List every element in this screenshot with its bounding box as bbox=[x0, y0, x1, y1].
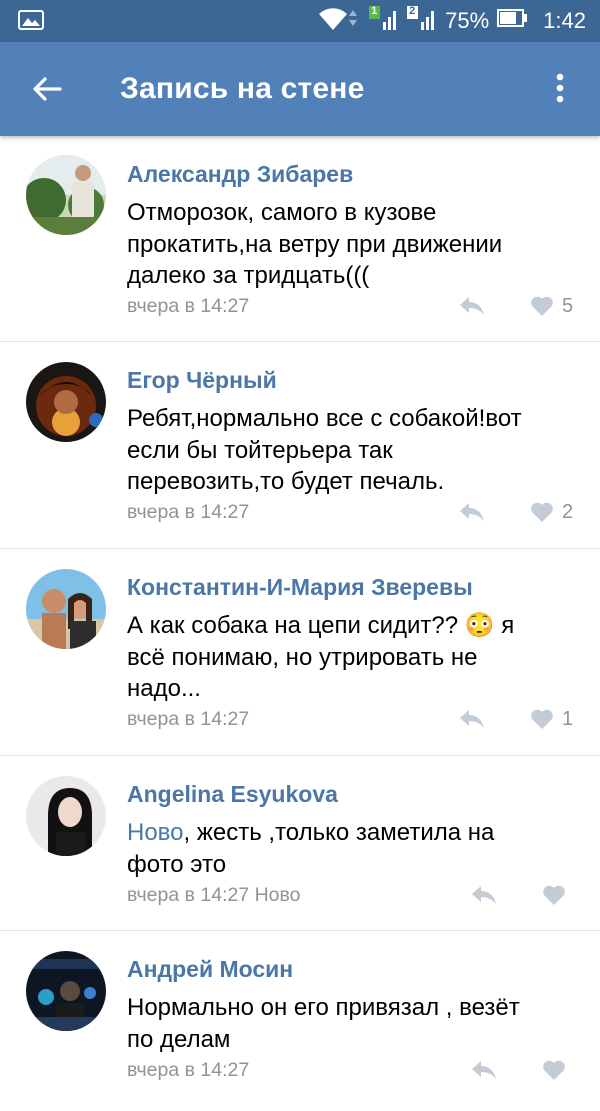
comment-timestamp: вчера в 14:27 Ново bbox=[127, 884, 301, 906]
avatar[interactable] bbox=[26, 569, 106, 649]
comment-text: Отморозок, самого в кузове прокатить,на … bbox=[127, 197, 577, 292]
comment-text-fragment: , жесть ,только заметила на bbox=[183, 819, 495, 846]
comment-text-line: Ребят,нормально все с собакой!вот bbox=[127, 405, 522, 432]
comment-timestamp: вчера в 14:27 bbox=[127, 501, 250, 523]
app-bar: Запись на стене bbox=[0, 42, 600, 136]
comment-text-line: если бы тойтерьера так bbox=[127, 436, 393, 464]
like-count: 2 bbox=[562, 500, 574, 523]
comment-author[interactable]: Егор Чёрный bbox=[127, 367, 277, 394]
comment-list: Александр Зибарев Отморозок, самого в ку… bbox=[0, 136, 600, 1111]
comment-text-line: по делам bbox=[127, 1025, 231, 1053]
comment-author[interactable]: Александр Зибарев bbox=[127, 161, 353, 188]
comment-text: Нормально он его привязал , везёт по дел… bbox=[127, 992, 577, 1055]
comment-item: Егор Чёрный Ребят,нормально все с собако… bbox=[0, 342, 600, 549]
reply-icon[interactable] bbox=[459, 501, 485, 523]
battery-percent: 75% bbox=[445, 8, 490, 33]
reply-icon[interactable] bbox=[471, 884, 497, 906]
signal-sim2-icon: 2 bbox=[407, 4, 437, 38]
comment-author[interactable]: Константин-И-Мария Зверевы bbox=[127, 574, 473, 601]
heart-icon bbox=[531, 502, 553, 522]
comment-text-line: Отморозок, самого в кузове bbox=[127, 199, 437, 226]
like-button[interactable] bbox=[542, 883, 574, 907]
comment-text: А как собака на цепи сидит?? 😳 я всё пон… bbox=[127, 610, 577, 705]
comment-text-line: Нормально он его привязал , везёт bbox=[127, 994, 520, 1021]
more-options-icon[interactable] bbox=[548, 72, 572, 106]
comment-timestamp: вчера в 14:27 bbox=[127, 1059, 250, 1081]
back-arrow-icon[interactable] bbox=[30, 72, 64, 106]
heart-icon bbox=[531, 296, 553, 316]
comment-text-line: перевозить,то будет печаль. bbox=[127, 468, 445, 495]
comment-timestamp: вчера в 14:27 bbox=[127, 295, 250, 317]
comment-item: Angelina Esyukova Ново, жесть ,только за… bbox=[0, 756, 600, 931]
gallery-notification-icon bbox=[18, 9, 44, 36]
comment-text-line: далеко за тридцать((( bbox=[127, 262, 370, 289]
comment-text-line: А как собака на цепи сидит?? 😳 я bbox=[127, 612, 515, 639]
avatar[interactable] bbox=[26, 362, 106, 442]
comment-text-line: всё понимаю, но утрировать не bbox=[127, 643, 478, 671]
comment-text-line: надо... bbox=[127, 675, 201, 702]
like-count: 1 bbox=[562, 707, 574, 730]
comment-text: Ново, жесть ,только заметила на фото это bbox=[127, 817, 577, 880]
comment-text-line: фото это bbox=[127, 850, 227, 878]
comment-text: Ребят,нормально все с собакой!вот если б… bbox=[127, 403, 577, 498]
signal-sim1-icon: 1 bbox=[369, 4, 399, 38]
like-button[interactable]: 5 bbox=[530, 294, 573, 318]
battery-icon bbox=[497, 8, 528, 34]
reply-icon[interactable] bbox=[459, 708, 485, 730]
heart-icon bbox=[543, 1060, 565, 1080]
avatar[interactable] bbox=[26, 951, 106, 1031]
comment-timestamp: вчера в 14:27 bbox=[127, 708, 250, 730]
comment-author[interactable]: Angelina Esyukova bbox=[127, 781, 338, 808]
comment-text-line: Ново, жесть ,только заметила на bbox=[127, 817, 577, 849]
wifi-icon bbox=[317, 4, 361, 38]
comment-item: Александр Зибарев Отморозок, самого в ку… bbox=[0, 136, 600, 342]
like-button[interactable]: 2 bbox=[530, 500, 573, 524]
page-title: Запись на стене bbox=[120, 72, 365, 105]
clock: 1:42 bbox=[543, 8, 586, 33]
comment-text-line: прокатить,на ветру при движении bbox=[127, 230, 503, 258]
like-button[interactable] bbox=[542, 1058, 574, 1082]
status-bar: 1 2 75% 1:42 bbox=[0, 0, 600, 42]
avatar[interactable] bbox=[26, 155, 106, 235]
like-button[interactable]: 1 bbox=[530, 707, 573, 731]
sim1-label: 1 bbox=[371, 5, 378, 17]
comment-author[interactable]: Андрей Мосин bbox=[127, 956, 293, 983]
heart-icon bbox=[531, 709, 553, 729]
like-count: 5 bbox=[562, 294, 574, 317]
comment-item: Андрей Мосин Нормально он его привязал ,… bbox=[0, 931, 600, 1111]
reply-to-link[interactable]: Ново bbox=[127, 819, 184, 846]
avatar[interactable] bbox=[26, 776, 106, 856]
comment-item: Константин-И-Мария Зверевы А как собака … bbox=[0, 549, 600, 756]
reply-icon[interactable] bbox=[459, 295, 485, 317]
heart-icon bbox=[543, 885, 565, 905]
sim2-label: 2 bbox=[409, 5, 416, 17]
reply-icon[interactable] bbox=[471, 1059, 497, 1081]
